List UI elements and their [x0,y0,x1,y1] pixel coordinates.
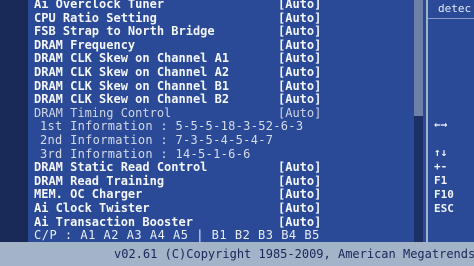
screen-bezel [0,0,28,242]
key-esc: ESC [434,202,454,215]
settings-pane: Ai Overclock Tuner [Auto] CPU Ratio Settin… [28,0,426,242]
channel-population-row: C/P : A1 A2 A3 A4 A5 | B1 B2 B3 B4 B5 [34,229,426,242]
help-divider [428,18,474,19]
help-description: detec [438,2,472,15]
setting-value[interactable]: [Auto] [278,25,321,39]
setting-row[interactable]: Ai Overclock Tuner [Auto] [34,0,426,12]
bios-screen: Ai Overclock Tuner [Auto] CPU Ratio Settin… [0,0,474,266]
setting-label: DRAM Timing Control [34,105,172,120]
scrollbar-thumb[interactable] [414,0,423,117]
copyright-text: v02.61 (C)Copyright 1985-2009, American … [114,247,474,261]
setting-row[interactable]: DRAM CLK Skew on Channel A1 [Auto] [34,52,426,66]
setting-row[interactable]: DRAM Static Read Control [Auto] [34,161,426,175]
setting-row[interactable]: FSB Strap to North Bridge [Auto] [34,25,426,39]
setting-value[interactable]: [Auto] [278,52,321,66]
setting-row[interactable]: DRAM Read Training [Auto] [34,173,426,189]
setting-value[interactable]: [Auto] [278,201,321,216]
setting-row[interactable]: DRAM Timing Control [Auto] [34,105,426,121]
setting-value[interactable]: [Auto] [278,79,321,94]
setting-value[interactable]: [Auto] [278,0,321,12]
setting-row[interactable]: MEM. OC Charger [Auto] [34,188,426,202]
key-plus-minus: +- [434,160,448,173]
key-f10: F10 [434,188,454,201]
setting-row[interactable]: DRAM CLK Skew on Channel B2 [Auto] [34,93,426,107]
setting-label: 1st Information : 5-5-5-18-3-52-6-3 [40,119,304,134]
setting-label: MEM. OC Charger [34,187,143,202]
setting-value[interactable]: [Auto] [278,106,321,121]
settings-scrollbar[interactable] [414,0,423,242]
setting-label: DRAM CLK Skew on Channel B1 [34,78,230,93]
timing-info-row: 1st Information : 5-5-5-18-3-52-6-3 [34,120,426,134]
setting-row[interactable]: DRAM CLK Skew on Channel B1 [Auto] [34,78,426,94]
setting-label: DRAM Read Training [34,173,165,188]
setting-label: C/P : A1 A2 A3 A4 A5 | B1 B2 B3 B4 B5 [34,228,320,242]
setting-label: DRAM CLK Skew on Channel A1 [34,51,230,66]
key-f1: F1 [434,174,448,187]
timing-info-row: 2nd Information : 7-3-5-4-5-4-7 [34,133,426,148]
setting-label: DRAM Static Read Control [34,160,208,175]
setting-row[interactable]: CPU Ratio Setting [Auto] [34,10,426,26]
setting-label: Ai Transaction Booster [34,214,193,229]
setting-label: DRAM CLK Skew on Channel B2 [34,92,230,107]
key-left-right: ←→ [434,118,448,131]
setting-label: Ai Overclock Tuner [34,0,165,11]
setting-row[interactable]: Ai Clock Twister [Auto] [34,201,426,216]
timing-info-row: 3rd Information : 14-5-1-6-6 [34,146,426,162]
setting-value[interactable]: [Auto] [278,174,321,189]
setting-row[interactable]: Ai Transaction Booster [Auto] [34,214,426,230]
copyright-bar: v02.61 (C)Copyright 1985-2009, American … [0,242,474,266]
setting-value[interactable]: [Auto] [278,188,321,202]
setting-value[interactable]: [Auto] [278,215,321,230]
setting-label: FSB Strap to North Bridge [34,24,215,39]
setting-label: Ai Clock Twister [34,201,150,215]
setting-row[interactable]: DRAM Frequency [Auto] [34,37,426,53]
setting-row[interactable]: DRAM CLK Skew on Channel A2 [Auto] [34,65,426,80]
setting-value[interactable]: [Auto] [278,93,321,107]
setting-label: DRAM CLK Skew on Channel A2 [34,65,230,79]
setting-value[interactable]: [Auto] [278,11,321,26]
setting-label: 3rd Information : 14-5-1-6-6 [40,146,251,161]
help-pane: detec ←→ ↑↓ +- F1 F10 ESC [428,0,474,242]
setting-value[interactable]: [Auto] [278,65,321,80]
setting-label: 2nd Information : 7-3-5-4-5-4-7 [40,133,274,147]
setting-value[interactable]: [Auto] [278,38,321,53]
setting-value[interactable]: [Auto] [278,161,321,175]
setting-label: CPU Ratio Setting [34,10,157,25]
setting-label: DRAM Frequency [34,37,136,52]
key-up-down: ↑↓ [434,146,448,159]
